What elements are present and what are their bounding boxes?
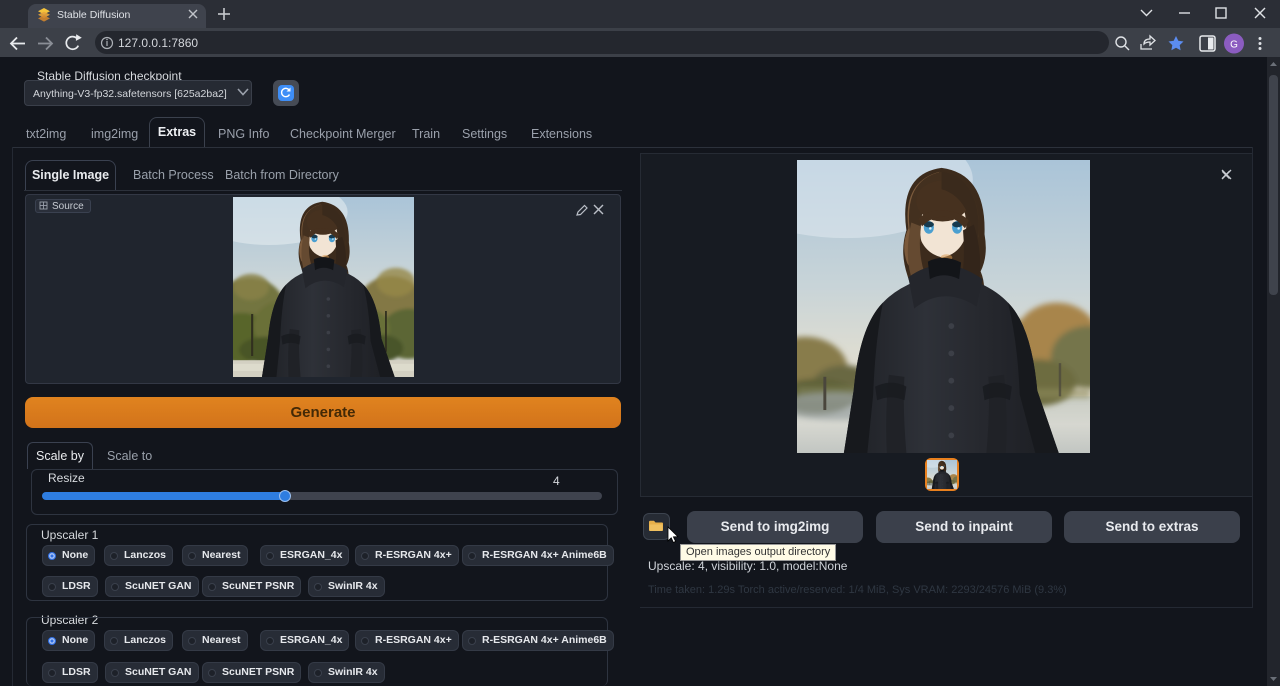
svg-text:G: G	[1230, 40, 1238, 51]
